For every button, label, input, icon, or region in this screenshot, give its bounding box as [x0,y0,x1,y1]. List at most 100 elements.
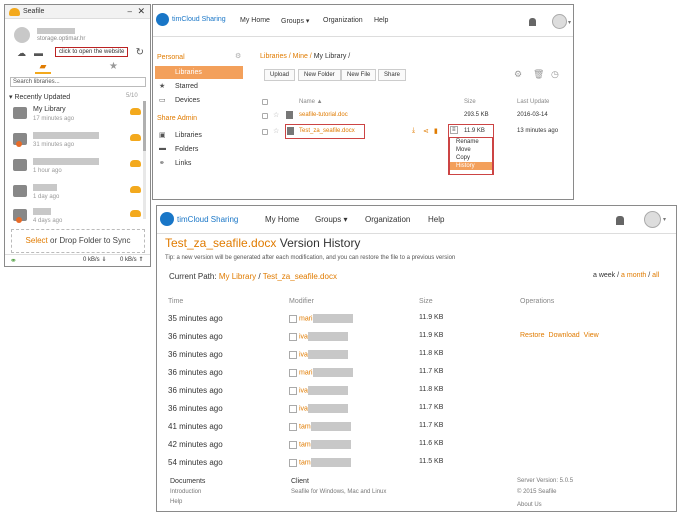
column-name[interactable]: Name ▲ [299,99,323,105]
footer-help-link[interactable]: Help [170,499,182,505]
sidebar-item-folders[interactable]: Folders [175,146,198,153]
nav-help[interactable]: Help [428,215,444,224]
library-item[interactable]: 31 minutes ago [13,131,141,153]
delete-icon[interactable]: ▮ [434,127,438,135]
library-item[interactable]: 1 day ago [13,183,141,205]
download-icon[interactable]: ⤓ [412,127,415,135]
library-item[interactable]: 4 days ago [13,207,141,229]
table-row[interactable]: 41 minutes ago tam 11.7 KB [157,418,676,436]
modifier[interactable]: tam [289,458,351,467]
footer-client-link[interactable]: Seafile for Windows, Mac and Linux [291,489,386,495]
menu-item-history[interactable]: History [450,162,492,170]
current-path-library[interactable]: My Library [219,272,256,281]
library-item[interactable]: 1 hour ago [13,157,141,179]
current-path-file[interactable]: Test_za_seafile.docx [263,272,337,281]
trash-icon[interactable]: 🗑 [533,69,544,80]
refresh-icon[interactable]: ↻ [136,47,144,58]
cloud-icon[interactable] [130,134,141,141]
sidebar-item-devices[interactable]: Devices [175,97,200,104]
star-icon[interactable]: ☆ [273,127,279,135]
table-row[interactable]: 42 minutes ago tam 11.6 KB [157,436,676,454]
close-button[interactable]: ✕ [137,6,145,17]
cloud-icon[interactable] [130,160,141,167]
cloud-icon[interactable] [130,186,141,193]
new-folder-button[interactable]: New Folder [298,69,341,81]
table-row[interactable]: 36 minutes ago iva 11.7 KB [157,400,676,418]
library-item[interactable]: My Library 17 minutes ago [13,105,141,127]
user-avatar-icon[interactable] [552,14,567,29]
chevron-down-icon[interactable]: ▾ [663,216,666,223]
sidebar-item-links[interactable]: Links [175,160,191,167]
column-size[interactable]: Size [464,99,476,105]
range-week[interactable]: a week [593,272,615,279]
range-month[interactable]: a month [621,272,646,279]
breadcrumb-parents[interactable]: Libraries / Mine / [260,53,314,60]
table-row[interactable]: 35 minutes ago mari 11.9 KB [157,310,676,328]
drop-folder-zone[interactable]: Select or Drop Folder to Sync [11,229,145,253]
view-link[interactable]: View [584,332,599,339]
nav-groups[interactable]: Groups ▾ [281,17,309,25]
nav-organization[interactable]: Organization [323,17,363,24]
user-avatar-icon[interactable] [644,211,661,228]
modifier[interactable]: mari [289,368,353,377]
settings-icon[interactable]: ⚙ [514,69,522,80]
sidebar-item-share-libraries[interactable]: Libraries [175,132,202,139]
menu-item-copy[interactable]: Copy [450,154,492,162]
row-checkbox[interactable] [262,129,268,135]
select-all-checkbox[interactable] [262,99,268,105]
library-search-input[interactable]: Search libraries... [10,77,146,87]
modifier[interactable]: iva [289,404,348,413]
gear-icon[interactable]: ⚙ [235,52,241,60]
menu-item-rename[interactable]: Rename [450,138,492,146]
modifier[interactable]: mari [289,314,353,323]
folder-icon[interactable]: ▬ [34,48,43,58]
table-row[interactable]: 36 minutes ago mari 11.7 KB [157,364,676,382]
file-name[interactable]: Test_za_seafile.docx [299,128,355,134]
share-icon[interactable]: ⋖ [423,127,429,135]
bell-icon[interactable] [529,18,536,26]
cloud-icon[interactable] [130,210,141,217]
about-us-link[interactable]: About Us [517,502,542,508]
nav-organization[interactable]: Organization [365,215,410,224]
nav-my-home[interactable]: My Home [240,17,270,24]
table-row[interactable]: 36 minutes ago iva 11.9 KB Restore Downlo… [157,328,676,346]
sidebar-item-libraries[interactable]: Libraries [155,66,243,79]
nav-help[interactable]: Help [374,17,388,24]
libraries-tab-icon[interactable]: ▰ [35,61,51,74]
recently-updated-header[interactable]: ▾ Recently Updated 5/10 [9,93,139,101]
table-row[interactable]: 36 minutes ago iva 11.8 KB [157,346,676,364]
avatar[interactable] [14,27,30,43]
upload-button[interactable]: Upload [264,69,296,81]
chevron-down-icon[interactable]: ▾ [568,19,571,26]
menu-item-move[interactable]: Move [450,146,492,154]
modifier[interactable]: tam [289,422,351,431]
starred-tab-icon[interactable]: ★ [109,61,118,72]
row-checkbox[interactable] [262,113,268,119]
brand-logo[interactable]: timCloud Sharing [156,13,226,26]
modifier[interactable]: tam [289,440,351,449]
select-folder-link[interactable]: Select [26,236,48,245]
link-icon[interactable]: ⚭ [10,255,17,266]
table-row[interactable]: 36 minutes ago iva 11.8 KB [157,382,676,400]
history-icon[interactable]: ◷ [551,69,559,80]
cloud-upload-icon[interactable]: ☁ [17,48,26,59]
nav-groups[interactable]: Groups ▾ [315,215,347,224]
star-icon[interactable]: ☆ [273,111,279,119]
modifier[interactable]: iva [289,350,348,359]
cloud-icon[interactable] [130,108,141,115]
footer-introduction-link[interactable]: Introduction [170,489,201,495]
brand-logo[interactable]: timCloud Sharing [160,212,238,226]
restore-link[interactable]: Restore [520,332,545,339]
column-last-update[interactable]: Last Update [517,99,549,105]
nav-my-home[interactable]: My Home [265,215,299,224]
range-all[interactable]: all [652,272,659,279]
modifier[interactable]: iva [289,332,348,341]
table-row[interactable]: 54 minutes ago tam 11.5 KB [157,454,676,472]
sidebar-item-starred[interactable]: Starred [175,83,198,90]
new-file-button[interactable]: New File [341,69,377,81]
bell-icon[interactable] [616,216,624,225]
client-scrollbar[interactable] [143,101,146,219]
file-name[interactable]: seafile-tutorial.doc [299,112,348,118]
download-link[interactable]: Download [549,332,580,339]
share-button[interactable]: Share [378,69,407,81]
